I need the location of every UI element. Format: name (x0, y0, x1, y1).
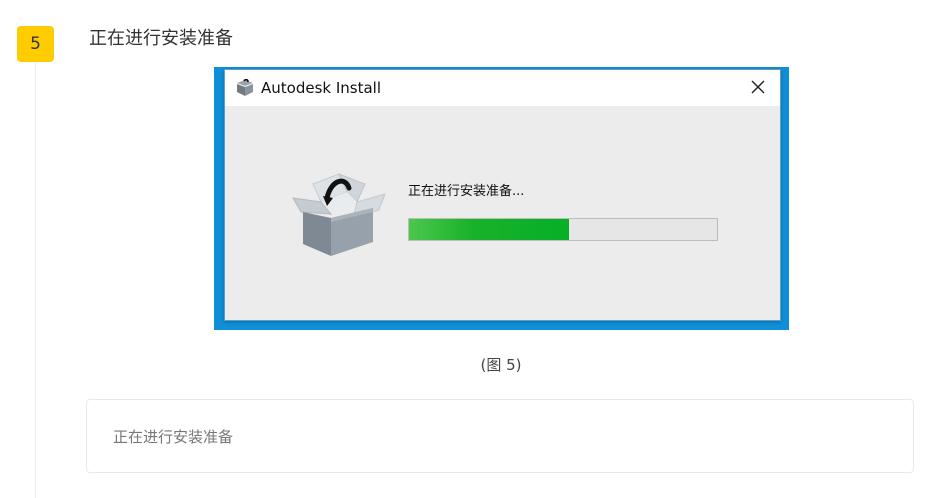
timeline-line (35, 62, 36, 498)
note-text: 正在进行安装准备 (113, 428, 234, 446)
close-button[interactable] (736, 70, 780, 106)
dialog-titlebar[interactable]: Autodesk Install (225, 70, 780, 106)
screenshot-image: Autodesk Install 正在进行安装准备... (214, 67, 789, 330)
figure-caption: (图 5) (480, 356, 522, 374)
step-number-badge: 5 (17, 26, 54, 62)
progress-bar-fill (409, 219, 570, 240)
step-title: 正在进行安装准备 (89, 28, 233, 49)
autodesk-installer-icon (235, 78, 255, 97)
close-icon (751, 79, 765, 98)
status-text: 正在进行安装准备... (408, 184, 525, 199)
installer-dialog: Autodesk Install 正在进行安装准备... (224, 69, 781, 321)
note-box: 正在进行安装准备 (86, 399, 914, 473)
dialog-title: Autodesk Install (261, 79, 381, 97)
open-box-icon (287, 168, 391, 260)
tutorial-page: 5 正在进行安装准备 Autodesk Install 正在进行安装准备... … (0, 0, 931, 498)
progress-bar (408, 218, 718, 241)
